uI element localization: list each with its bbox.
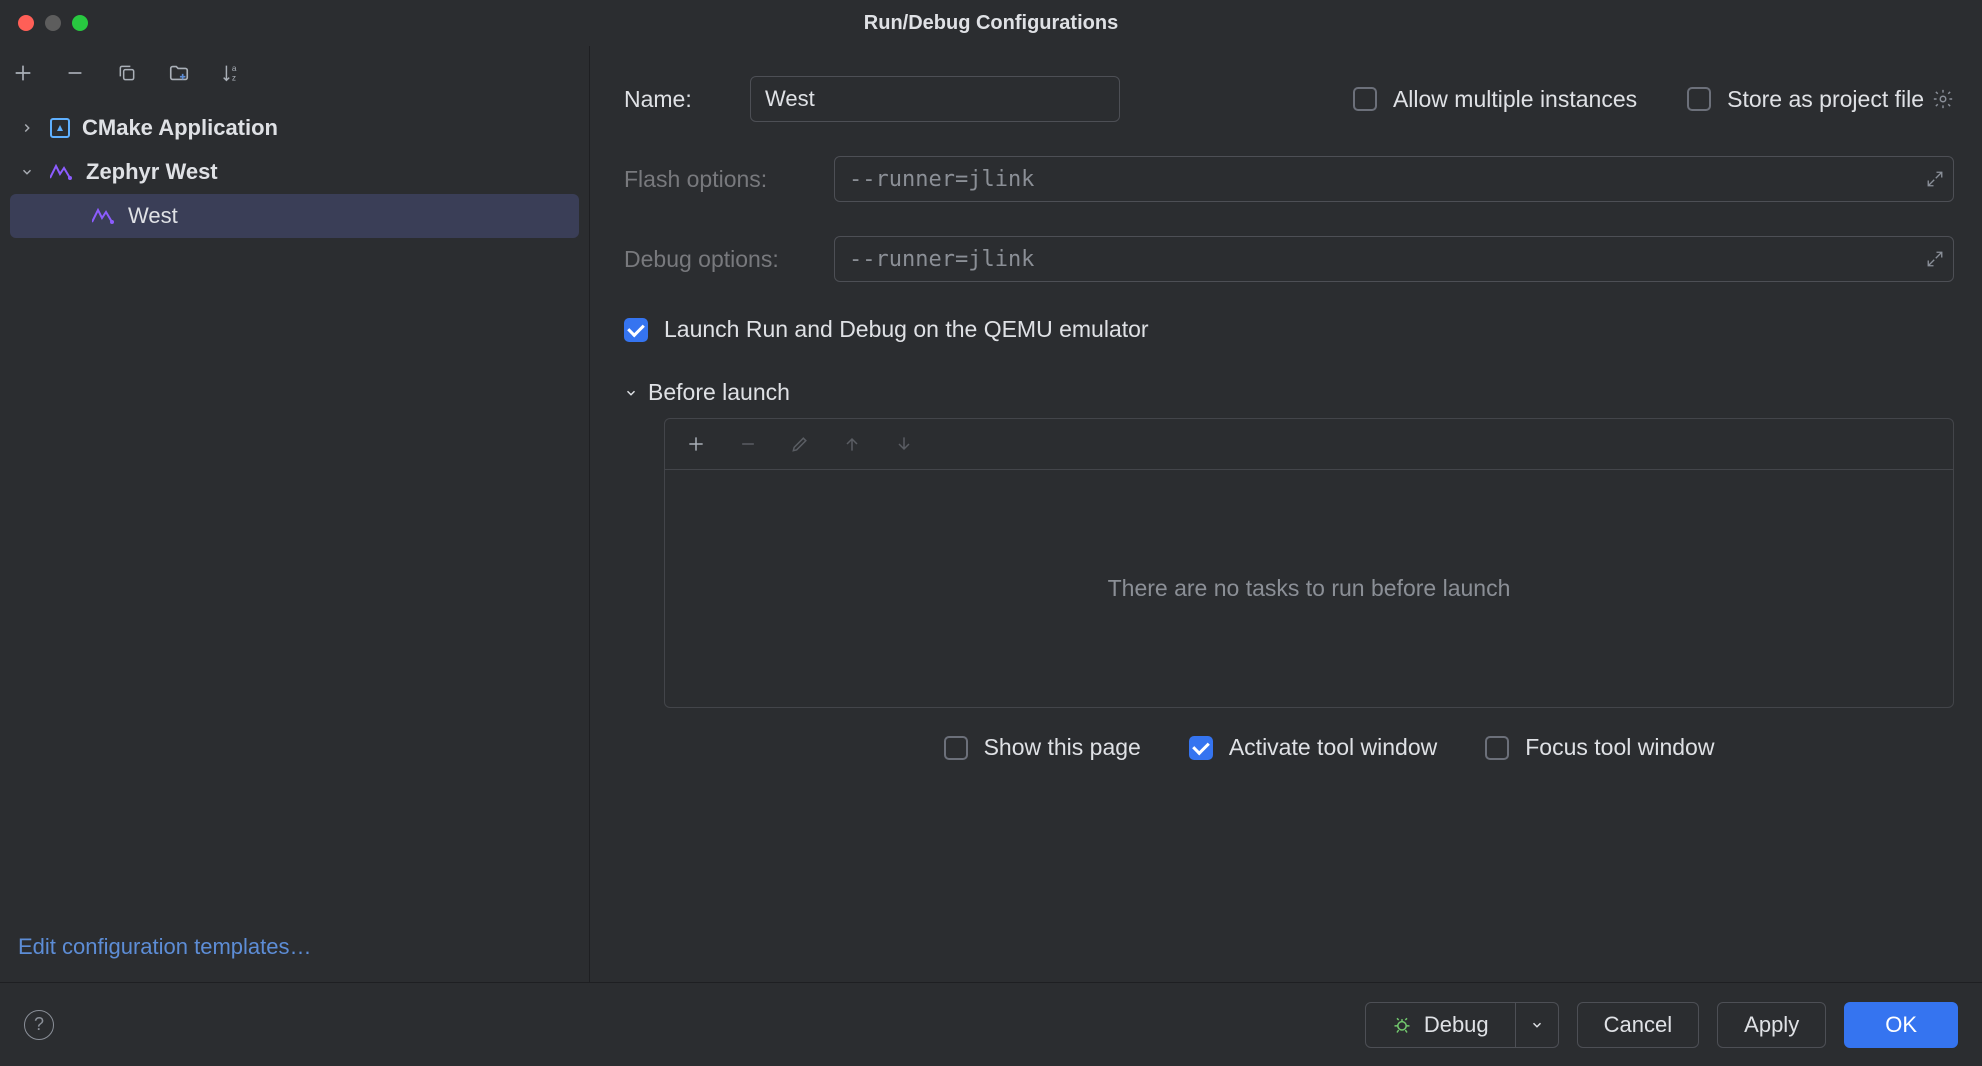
debug-button[interactable]: Debug [1365, 1002, 1516, 1048]
titlebar: Run/Debug Configurations [0, 0, 1982, 46]
activate-tool-checkbox[interactable]: Activate tool window [1189, 734, 1437, 761]
tree-label: Zephyr West [86, 159, 218, 185]
store-project-checkbox[interactable]: Store as project file [1687, 86, 1924, 113]
checkbox-icon [624, 318, 648, 342]
cmake-icon [50, 118, 70, 138]
tree-label: West [128, 203, 178, 229]
expand-icon[interactable] [1926, 250, 1944, 268]
flash-options-label: Flash options: [624, 166, 834, 193]
ok-button[interactable]: OK [1844, 1002, 1958, 1048]
checkbox-label: Focus tool window [1525, 734, 1714, 761]
allow-multiple-checkbox[interactable]: Allow multiple instances [1353, 86, 1637, 113]
remove-icon[interactable] [62, 60, 88, 86]
window-maximize-button[interactable] [72, 15, 88, 31]
main-panel: Name: Allow multiple instances Store as … [590, 46, 1982, 982]
chevron-down-icon [20, 165, 38, 179]
window-minimize-button[interactable] [45, 15, 61, 31]
chevron-down-icon [624, 379, 638, 406]
window-title: Run/Debug Configurations [0, 12, 1982, 35]
checkbox-icon [1353, 87, 1377, 111]
cancel-button[interactable]: Cancel [1577, 1002, 1699, 1048]
down-icon [891, 431, 917, 457]
before-launch-box: There are no tasks to run before launch [664, 418, 1954, 708]
tree-node-cmake[interactable]: CMake Application [0, 106, 589, 150]
before-launch-header[interactable]: Before launch [624, 379, 1954, 406]
config-tree: CMake Application Zephyr West [0, 100, 589, 912]
section-title: Before launch [648, 379, 790, 406]
checkbox-label: Store as project file [1727, 86, 1924, 113]
sidebar: az CMake Application [0, 46, 590, 982]
svg-text:a: a [232, 64, 237, 73]
debug-options-input[interactable] [834, 236, 1954, 282]
window-close-button[interactable] [18, 15, 34, 31]
checkbox-label: Activate tool window [1229, 734, 1437, 761]
tree-node-zephyr[interactable]: Zephyr West [0, 150, 589, 194]
checkbox-icon [1687, 87, 1711, 111]
zephyr-icon [50, 164, 74, 180]
help-icon[interactable]: ? [24, 1010, 54, 1040]
folder-icon[interactable] [166, 60, 192, 86]
chevron-right-icon [20, 121, 38, 135]
svg-text:z: z [232, 73, 236, 82]
sort-icon[interactable]: az [218, 60, 244, 86]
checkbox-label: Allow multiple instances [1393, 86, 1637, 113]
sidebar-toolbar: az [0, 46, 589, 100]
debug-button-group: Debug [1365, 1002, 1559, 1048]
expand-icon[interactable] [1926, 170, 1944, 188]
edit-icon [787, 431, 813, 457]
before-launch-empty: There are no tasks to run before launch [665, 470, 1953, 707]
tree-label: CMake Application [82, 115, 278, 141]
up-icon [839, 431, 865, 457]
gear-icon[interactable] [1932, 88, 1954, 110]
checkbox-label: Launch Run and Debug on the QEMU emulato… [664, 316, 1149, 343]
focus-tool-checkbox[interactable]: Focus tool window [1485, 734, 1714, 761]
copy-icon[interactable] [114, 60, 140, 86]
show-page-checkbox[interactable]: Show this page [944, 734, 1141, 761]
name-input[interactable] [750, 76, 1120, 122]
apply-button[interactable]: Apply [1717, 1002, 1826, 1048]
checkbox-icon [1485, 736, 1509, 760]
remove-icon [735, 431, 761, 457]
qemu-checkbox[interactable]: Launch Run and Debug on the QEMU emulato… [624, 316, 1149, 343]
checkbox-icon [1189, 736, 1213, 760]
bug-icon [1392, 1015, 1412, 1035]
edit-templates-link[interactable]: Edit configuration templates… [18, 934, 312, 959]
add-icon[interactable] [10, 60, 36, 86]
dialog-footer: ? Debug Cancel Apply OK [0, 982, 1982, 1066]
debug-dropdown-button[interactable] [1516, 1002, 1559, 1048]
zephyr-icon [92, 208, 116, 224]
add-icon[interactable] [683, 431, 709, 457]
checkbox-icon [944, 736, 968, 760]
tree-node-west[interactable]: West [10, 194, 579, 238]
button-label: Debug [1424, 1012, 1489, 1038]
flash-options-input[interactable] [834, 156, 1954, 202]
checkbox-label: Show this page [984, 734, 1141, 761]
debug-options-label: Debug options: [624, 246, 834, 273]
name-label: Name: [624, 86, 750, 113]
